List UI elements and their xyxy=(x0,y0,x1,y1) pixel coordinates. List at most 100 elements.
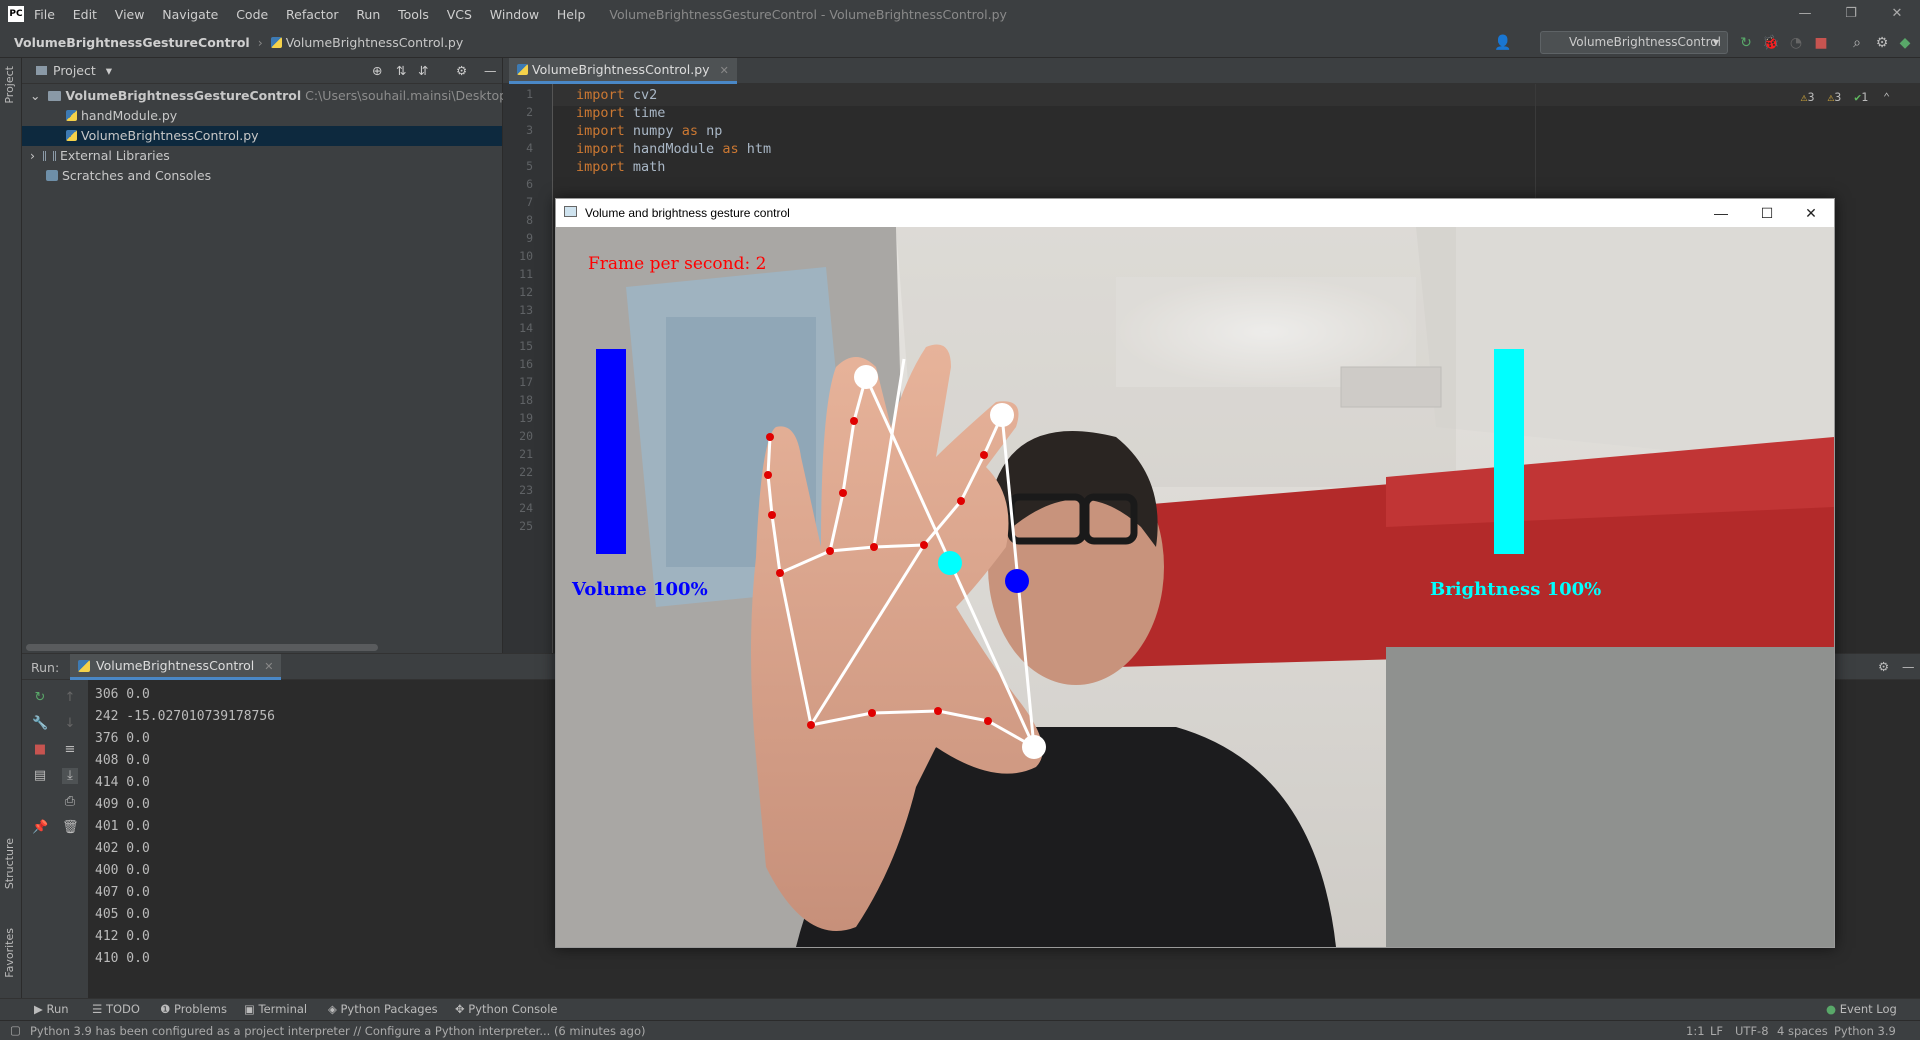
code-line[interactable]: import handModule as htm xyxy=(576,141,771,157)
layout-icon[interactable]: ▤ xyxy=(32,768,48,784)
chevron-down-icon[interactable]: ⌄ xyxy=(30,88,40,103)
locate-icon[interactable]: ⊕ xyxy=(372,63,382,78)
line-number: 5 xyxy=(526,159,533,173)
tab-volumebrightnesscontrol[interactable]: VolumeBrightnessControl.py ✕ xyxy=(509,58,737,84)
project-panel-title[interactable]: Project xyxy=(53,63,96,78)
profile-icon[interactable]: ◔ xyxy=(1787,34,1805,52)
run-tab[interactable]: VolumeBrightnessControl ✕ xyxy=(70,654,282,680)
panel-settings-gear-icon[interactable]: ⚙ xyxy=(456,63,467,78)
tree-item-scratches[interactable]: Scratches and Consoles xyxy=(22,166,502,186)
menu-tools[interactable]: Tools xyxy=(398,7,429,22)
python-interpreter[interactable]: Python 3.9 xyxy=(1834,1024,1896,1038)
stop-icon[interactable]: ■ xyxy=(32,742,48,758)
search-icon[interactable]: ⌕ xyxy=(1848,34,1866,52)
python-console-tool-tab[interactable]: ✥ Python Console xyxy=(455,1002,557,1016)
horizontal-scrollbar[interactable] xyxy=(26,644,378,651)
tree-item-project-root[interactable]: ⌄ VolumeBrightnessGestureControl C:\Users… xyxy=(22,86,591,106)
collapse-all-icon[interactable]: ⇵ xyxy=(418,63,428,78)
landmark-point xyxy=(868,709,876,717)
menu-edit[interactable]: Edit xyxy=(73,7,97,22)
stop-icon[interactable]: ■ xyxy=(1812,34,1830,52)
close-tab-icon[interactable]: ✕ xyxy=(720,64,729,77)
hide-panel-icon[interactable]: — xyxy=(484,63,497,78)
close-tab-icon[interactable]: ✕ xyxy=(264,660,273,673)
opencv-window-titlebar[interactable]: Volume and brightness gesture control — … xyxy=(556,199,1834,227)
status-icon[interactable]: ▢ xyxy=(10,1023,21,1037)
menu-code[interactable]: Code xyxy=(236,7,268,22)
debug-icon[interactable]: 🐞 xyxy=(1762,34,1780,52)
breadcrumb-file[interactable]: VolumeBrightnessControl.py xyxy=(286,35,464,50)
trash-icon[interactable]: 🗑 xyxy=(62,820,79,836)
python-packages-tool-tab[interactable]: ◈ Python Packages xyxy=(328,1002,438,1016)
code-line[interactable]: import math xyxy=(576,159,665,175)
event-log-tool-tab[interactable]: ● Event Log xyxy=(1826,1002,1897,1016)
close-icon[interactable]: ✕ xyxy=(1788,199,1834,227)
terminal-tool-tab[interactable]: ▣ Terminal xyxy=(244,1002,307,1016)
menu-help[interactable]: Help xyxy=(557,7,586,22)
run-settings-gear-icon[interactable]: ⚙ xyxy=(1878,659,1889,674)
landmark-point xyxy=(984,717,992,725)
minimize-icon[interactable]: — xyxy=(1698,199,1744,227)
structure-tool-tab[interactable]: Structure xyxy=(3,838,16,889)
print-icon[interactable]: ⎙ xyxy=(62,794,78,810)
console-output[interactable]: 306 0.0 242 -15.027010739178756 376 0.0 408… xyxy=(95,684,275,970)
menu-window[interactable]: Window xyxy=(490,7,539,22)
chevron-right-icon[interactable]: › xyxy=(30,148,35,163)
rerun-icon[interactable]: ↻ xyxy=(1737,34,1755,52)
menu-file[interactable]: File xyxy=(34,7,55,22)
code-line[interactable]: import time xyxy=(576,105,665,121)
inspection-widget[interactable]: ⚠3 ⚠3 ✔1 ⌃ xyxy=(1801,90,1890,104)
brightness-bar xyxy=(1494,349,1524,554)
menu-vcs[interactable]: VCS xyxy=(447,7,472,22)
menu-run[interactable]: Run xyxy=(356,7,380,22)
grey-cabinet xyxy=(1386,647,1834,947)
maximize-icon[interactable]: ☐ xyxy=(1744,199,1790,227)
chevron-up-icon[interactable]: ⌃ xyxy=(1883,90,1890,104)
breadcrumb-project[interactable]: VolumeBrightnessGestureControl xyxy=(14,35,250,50)
user-icon[interactable]: 👤 xyxy=(1494,34,1512,52)
line-separator[interactable]: LF xyxy=(1710,1024,1723,1038)
camera-feed: Frame per second: 2 Volume 100% Brightne… xyxy=(556,227,1834,947)
scroll-to-end-icon[interactable]: ⤓ xyxy=(62,768,78,784)
rerun-icon[interactable]: ↻ xyxy=(32,690,48,706)
caret-position[interactable]: 1:1 xyxy=(1686,1024,1705,1038)
pin-icon[interactable]: 📌 xyxy=(32,820,48,836)
problems-tool-tab[interactable]: ❶ Problems xyxy=(160,1002,227,1016)
list-icon: ☰ xyxy=(92,1002,106,1016)
soft-wrap-icon[interactable]: ≡ xyxy=(62,742,78,758)
console-line: 408 0.0 xyxy=(95,753,150,768)
tab-label: Run xyxy=(46,1002,69,1016)
opencv-window[interactable]: Volume and brightness gesture control — … xyxy=(555,198,1835,948)
update-icon[interactable]: ◆ xyxy=(1896,34,1914,52)
todo-tool-tab[interactable]: ☰ TODO xyxy=(92,1002,140,1016)
line-number: 1 xyxy=(526,87,533,101)
wrench-icon[interactable]: 🔧 xyxy=(32,716,48,732)
indent-setting[interactable]: 4 spaces xyxy=(1777,1024,1828,1038)
tree-item-handmodule[interactable]: handModule.py xyxy=(22,106,502,126)
code-line[interactable]: import numpy as np xyxy=(576,123,722,139)
settings-gear-icon[interactable]: ⚙ xyxy=(1873,34,1891,52)
window-controls: — ❐ ✕ xyxy=(1782,0,1920,28)
tree-item-volumebrightnesscontrol[interactable]: VolumeBrightnessControl.py xyxy=(22,126,502,146)
navigation-bar: VolumeBrightnessGestureControl › VolumeB… xyxy=(0,28,1920,58)
restore-icon[interactable]: ❐ xyxy=(1828,0,1874,28)
file-encoding[interactable]: UTF-8 xyxy=(1735,1024,1769,1038)
expand-all-icon[interactable]: ⇅ xyxy=(396,63,406,78)
minimize-icon[interactable]: — xyxy=(1782,0,1828,28)
run-configuration-select[interactable]: VolumeBrightnessControl xyxy=(1540,31,1728,54)
line-number: 10 xyxy=(519,249,533,263)
close-icon[interactable]: ✕ xyxy=(1874,0,1920,28)
status-message[interactable]: Python 3.9 has been configured as a proj… xyxy=(30,1024,645,1038)
tree-item-external-libraries[interactable]: › External Libraries xyxy=(22,146,502,166)
code-line[interactable]: import cv2 xyxy=(576,87,657,103)
menu-view[interactable]: View xyxy=(115,7,145,22)
project-tool-tab[interactable]: Project xyxy=(3,66,16,104)
favorites-tool-tab[interactable]: Favorites xyxy=(3,928,16,978)
menu-navigate[interactable]: Navigate xyxy=(162,7,218,22)
run-tool-tab[interactable]: ▶ Run xyxy=(34,1002,69,1016)
menu-refactor[interactable]: Refactor xyxy=(286,7,338,22)
arrow-down-icon[interactable]: ↓ xyxy=(62,716,78,732)
hide-run-panel-icon[interactable]: — xyxy=(1902,659,1915,674)
chevron-down-icon[interactable]: ▾ xyxy=(106,63,112,78)
arrow-up-icon[interactable]: ↑ xyxy=(62,690,78,706)
